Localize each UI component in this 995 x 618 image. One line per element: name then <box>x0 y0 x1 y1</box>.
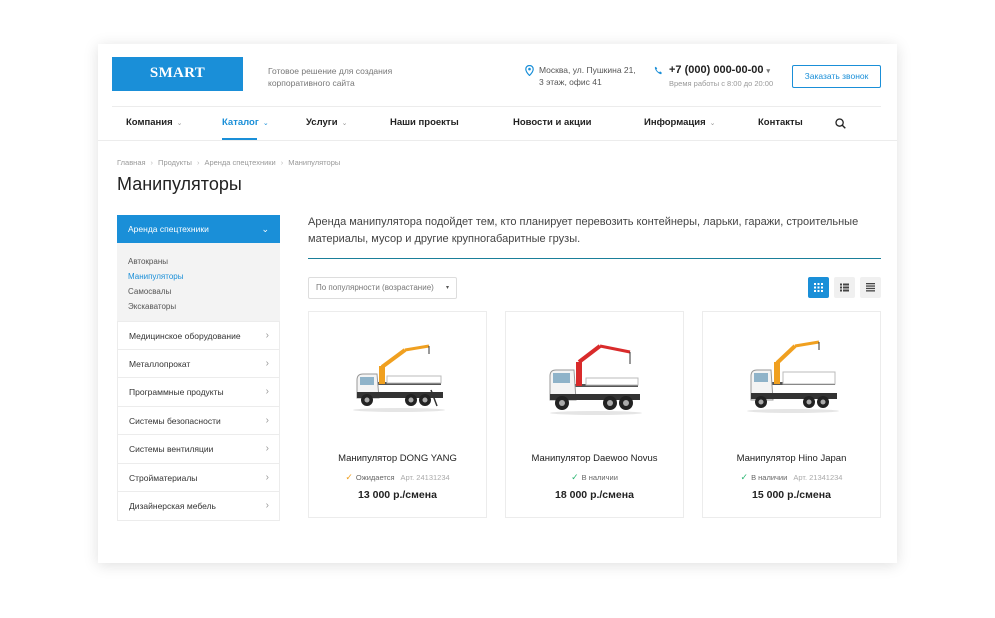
view-list-button[interactable] <box>834 277 855 298</box>
product-card[interactable]: Манипулятор Daewoo Novus ✓ В наличии 18 0… <box>505 311 684 518</box>
nav-item-news[interactable]: Новости и акции <box>513 106 592 140</box>
working-hours: Время работы с 8:00 до 20:00 <box>669 79 774 88</box>
manipulator-truck-image[interactable] <box>739 340 847 422</box>
breadcrumb: Главная › Продукты › Аренда спецтехники › Мани… <box>117 158 341 167</box>
submenu-item-excavators[interactable]: Экскаваторы <box>128 299 280 314</box>
product-price: 18 000 р./смена <box>555 489 634 501</box>
sidebar: Аренда спецтехники ⌄ Автокраны Манипулято… <box>117 215 280 521</box>
nav-item-contacts[interactable]: Контакты <box>758 106 803 140</box>
page-title: Манипуляторы <box>117 174 242 194</box>
product-card[interactable]: Манипулятор DONG YANG ✓ Ожидается Арт. 241… <box>308 311 487 518</box>
logo[interactable]: SMART <box>112 57 243 91</box>
list-icon <box>840 283 849 292</box>
chevron-down-icon: ⌄ <box>341 120 348 127</box>
nav-item-projects[interactable]: Наши проекты <box>390 106 459 140</box>
product-name[interactable]: Манипулятор Hino Japan <box>703 453 880 464</box>
submenu-item-autocranes[interactable]: Автокраны <box>128 254 280 269</box>
caret-down-icon: ▾ <box>445 285 449 291</box>
sidebar-item-building[interactable]: Стройматериалы › <box>117 463 280 492</box>
sidebar-item-security[interactable]: Системы безопасности › <box>117 406 280 435</box>
chevron-down-icon: ⌄ <box>262 120 269 127</box>
chevron-down-icon: ⌄ <box>709 120 716 127</box>
phone-icon <box>654 66 662 75</box>
product-name[interactable]: Манипулятор Daewoo Novus <box>506 453 683 464</box>
sort-select[interactable]: По популярности (возрастание) ▾ <box>308 277 457 299</box>
address-line-2: 3 этаж, офис 41 <box>539 77 602 87</box>
category-description: Аренда манипулятора подойдет тем, кто пл… <box>308 216 859 245</box>
phone-dropdown-caret: ▾ <box>766 68 771 75</box>
product-price: 15 000 р./смена <box>752 489 831 501</box>
main-nav: Компания ⌄ Каталог ⌄ Услуги ⌄ Наши проекты … <box>98 106 897 140</box>
table-icon <box>866 283 875 292</box>
check-icon: ✓ <box>571 472 579 482</box>
page-frame: SMART Готовое решение для создания корпо… <box>98 44 897 563</box>
chevron-right-icon: › <box>265 414 269 426</box>
product-stock: ✓ В наличии <box>571 472 618 482</box>
chevron-right-icon: › <box>265 386 269 397</box>
submenu-item-manipulators[interactable]: Манипуляторы <box>128 269 280 284</box>
nav-divider <box>98 140 897 141</box>
description-divider <box>308 258 881 259</box>
address-line-1: Москва, ул. Пушкина 21, <box>539 65 636 75</box>
view-grid-button[interactable] <box>808 277 829 298</box>
check-icon: ✓ <box>740 472 749 482</box>
view-table-button[interactable] <box>860 277 881 298</box>
chevron-right-icon: › <box>265 330 269 341</box>
manipulator-truck-image[interactable] <box>542 340 650 422</box>
chevron-right-icon: › <box>265 500 269 511</box>
tagline: Готовое решение для создания корпоративн… <box>268 66 393 88</box>
grid-icon <box>814 283 823 292</box>
nav-item-services[interactable]: Услуги ⌄ <box>306 106 347 140</box>
nav-item-catalog[interactable]: Каталог ⌄ <box>222 106 269 140</box>
nav-item-info[interactable]: Информация ⌄ <box>644 106 716 140</box>
submenu-item-dump-trucks[interactable]: Самосвалы <box>128 284 280 299</box>
manipulator-truck-image[interactable] <box>345 340 453 422</box>
chevron-right-icon: › <box>265 357 269 369</box>
product-stock: ✓ Ожидается Арт. 24131234 <box>345 472 450 482</box>
breadcrumb-products[interactable]: Продукты <box>158 158 192 167</box>
breadcrumb-current: Манипуляторы <box>288 158 341 167</box>
chevron-right-icon: › <box>265 471 269 483</box>
chevron-right-icon: › <box>265 443 269 454</box>
sidebar-item-medical[interactable]: Медицинское оборудование › <box>117 321 280 350</box>
sidebar-item-ventilation[interactable]: Системы вентиляции › <box>117 435 280 464</box>
product-card[interactable]: Манипулятор Hino Japan ✓ В наличии Арт. 21… <box>702 311 881 518</box>
callback-button[interactable]: Заказать звонок <box>792 65 881 88</box>
breadcrumb-rental[interactable]: Аренда спецтехники <box>204 158 275 167</box>
nav-item-company[interactable]: Компания ⌄ <box>126 106 183 140</box>
sidebar-submenu: Автокраны Манипуляторы Самосвалы Экскава… <box>117 243 280 321</box>
chevron-down-icon: ⌄ <box>261 224 269 234</box>
product-price: 13 000 р./смена <box>358 489 437 501</box>
check-icon: ✓ <box>345 472 353 482</box>
product-article: Арт. 24131234 <box>400 473 450 482</box>
breadcrumb-home[interactable]: Главная <box>117 158 146 167</box>
sidebar-item-furniture[interactable]: Дизайнерская мебель › <box>117 492 280 521</box>
product-article: Арт. 21341234 <box>793 473 843 482</box>
sidebar-item-software[interactable]: Программные продукты › <box>117 378 280 407</box>
location-pin-icon <box>525 65 534 76</box>
sidebar-item-metal[interactable]: Металлопрокат › <box>117 349 280 378</box>
chevron-down-icon: ⌄ <box>176 120 183 127</box>
product-stock: ✓ В наличии Арт. 21341234 <box>740 472 843 482</box>
sidebar-item-rental[interactable]: Аренда спецтехники ⌄ <box>117 215 280 243</box>
search-icon[interactable] <box>835 118 846 129</box>
product-name[interactable]: Манипулятор DONG YANG <box>309 453 486 464</box>
phone-number[interactable]: +7 (000) 000-00-00 ▾ <box>669 64 770 76</box>
